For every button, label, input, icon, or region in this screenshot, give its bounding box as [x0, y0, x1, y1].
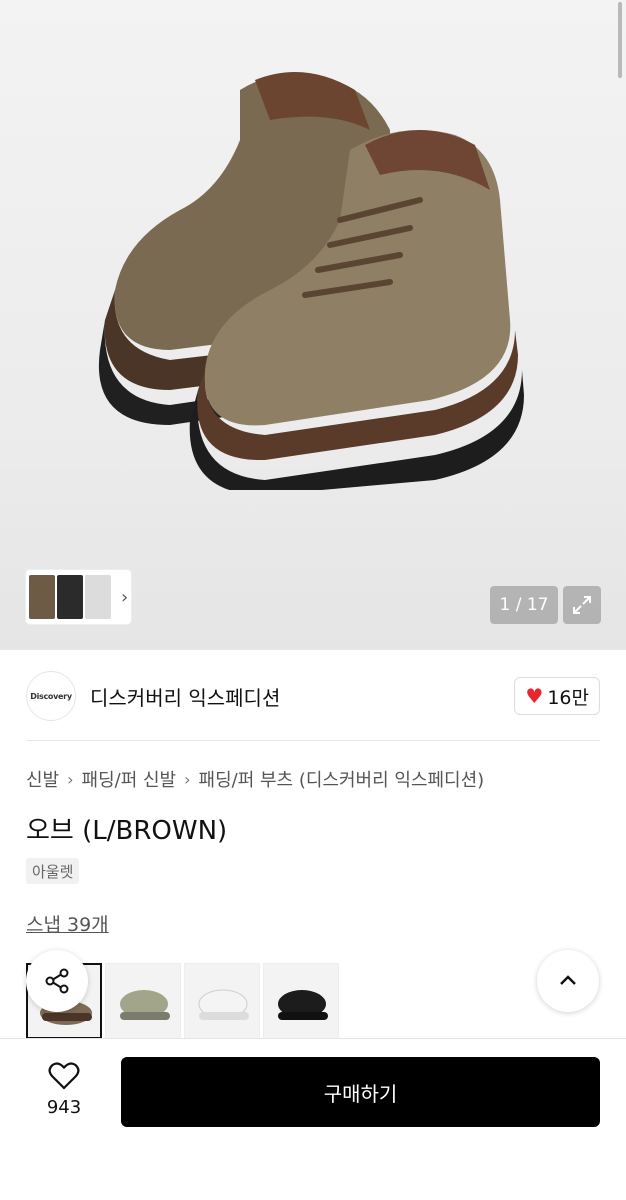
- breadcrumb: 신발 › 패딩/퍼 신발 › 패딩/퍼 부츠 (디스커버리 익스페디션): [26, 766, 484, 792]
- scroll-top-button[interactable]: [537, 950, 599, 1012]
- thumbnail-strip[interactable]: ›: [26, 570, 131, 624]
- share-icon: [45, 968, 69, 994]
- chevron-right-icon: ›: [184, 769, 191, 789]
- image-counter: 1 / 17: [490, 586, 558, 624]
- thumbnail-image[interactable]: [57, 575, 83, 619]
- wishlist-count: 943: [46, 1097, 82, 1118]
- product-image: [98, 72, 524, 490]
- scrollbar[interactable]: [618, 2, 622, 78]
- heart-outline-icon: [48, 1062, 80, 1090]
- product-title: 오브 (L/BROWN): [26, 816, 228, 846]
- brand-like-count: 16만: [547, 686, 589, 709]
- variant-khaki[interactable]: [105, 963, 181, 1039]
- breadcrumb-item[interactable]: 패딩/퍼 부츠 (디스커버리 익스페디션): [199, 766, 485, 792]
- share-button[interactable]: [26, 950, 88, 1012]
- breadcrumb-item[interactable]: 신발: [26, 766, 59, 792]
- product-image-gallery[interactable]: › 1 / 17: [0, 0, 626, 650]
- snap-link[interactable]: 스냅 39개: [26, 910, 109, 937]
- bottom-action-bar: 943 구매하기: [0, 1038, 626, 1200]
- heart-icon: ♥: [525, 684, 544, 708]
- divider: [26, 740, 600, 741]
- expand-icon[interactable]: [563, 586, 601, 624]
- outlet-badge: 아울렛: [26, 858, 80, 884]
- buy-button[interactable]: 구매하기: [121, 1057, 600, 1127]
- variant-black[interactable]: [263, 963, 339, 1039]
- chevron-right-icon: ›: [67, 769, 74, 789]
- chevron-right-icon[interactable]: ›: [121, 587, 128, 608]
- thumbnail-image[interactable]: [29, 575, 55, 619]
- variant-white[interactable]: [184, 963, 260, 1039]
- wishlist-button[interactable]: 943: [30, 1061, 98, 1118]
- chevron-up-icon: [560, 975, 576, 985]
- brand-logo[interactable]: Discovery: [26, 671, 76, 721]
- thumbnail-image[interactable]: [85, 575, 111, 619]
- brand-like-button[interactable]: ♥ 16만: [514, 677, 600, 715]
- brand-row[interactable]: Discovery 디스커버리 익스페디션 ♥ 16만: [26, 670, 600, 722]
- breadcrumb-item[interactable]: 패딩/퍼 신발: [82, 766, 177, 792]
- brand-name[interactable]: 디스커버리 익스페디션: [90, 682, 280, 711]
